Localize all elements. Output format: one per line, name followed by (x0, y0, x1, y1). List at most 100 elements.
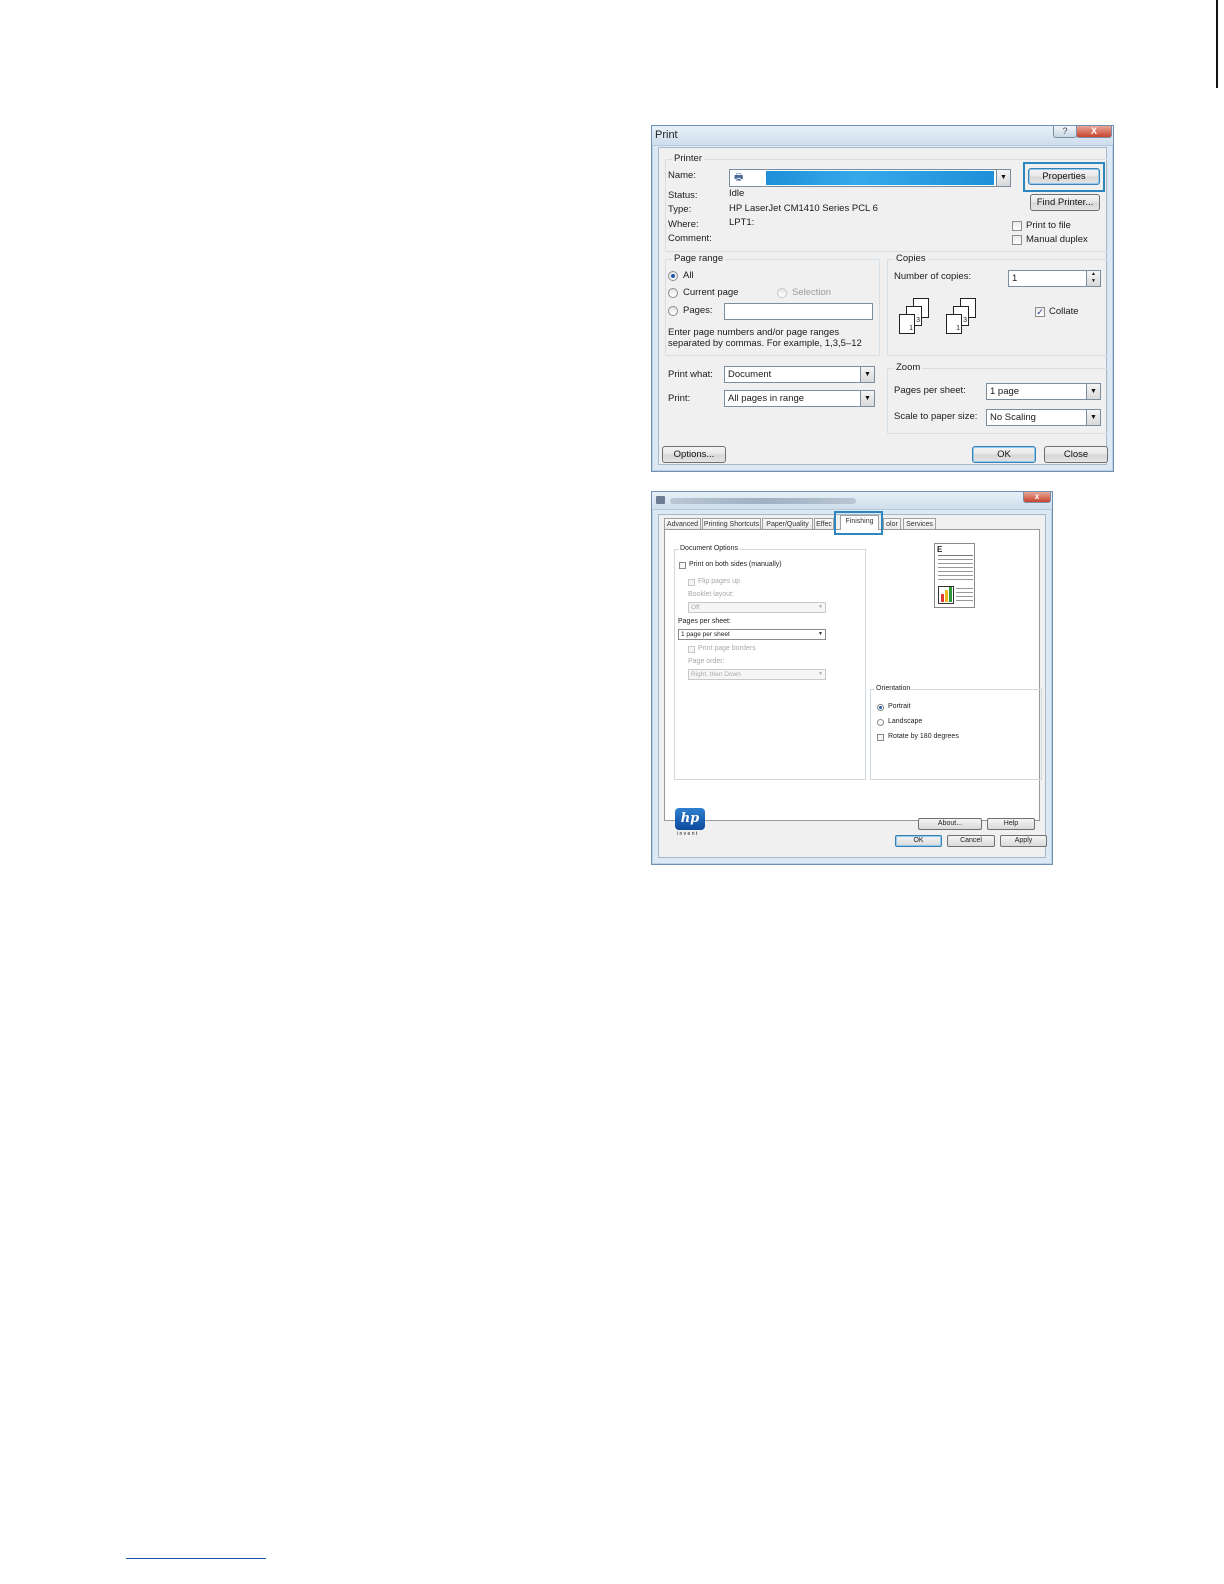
zoom-group-title: Zoom (894, 362, 923, 373)
properties-title-obscured (670, 498, 856, 504)
preview-line (956, 588, 973, 589)
close-button[interactable]: Close (1044, 446, 1108, 463)
ok-button[interactable]: OK (895, 835, 942, 847)
page-edge-rule (1216, 0, 1218, 88)
printer-properties-dialog: x Advanced Printing Shortcuts Paper/Qual… (651, 491, 1053, 865)
collate-page-icon: 1 (899, 323, 915, 334)
chevron-down-icon[interactable]: ▼ (1086, 410, 1100, 425)
finishing-tab-panel: Document Options Print on both sides (ma… (664, 529, 1042, 837)
type-value: HP LaserJet CM1410 Series PCL 6 (729, 203, 878, 214)
orientation-title: Orientation (875, 685, 912, 692)
chevron-down-icon[interactable]: ▼ (996, 170, 1010, 186)
print-what-label: Print what: (668, 369, 713, 380)
print-to-file-checkbox[interactable] (1012, 221, 1022, 231)
hp-logo-tagline: i n v e n t (677, 831, 698, 837)
where-label: Where: (668, 219, 699, 230)
chevron-down-icon[interactable]: ▼ (1086, 384, 1100, 399)
booklet-layout-label: Booklet layout: (688, 591, 734, 598)
options-button[interactable]: Options... (662, 446, 726, 463)
current-page-label: Current page (683, 287, 739, 298)
status-value: Idle (729, 188, 745, 199)
help-button[interactable]: Help (987, 818, 1035, 830)
flip-pages-up-label: Flip pages up (698, 578, 741, 585)
landscape-label: Landscape (888, 718, 923, 725)
pages-per-sheet-combo[interactable]: 1 page per sheet ▼ (678, 629, 826, 640)
preview-chart-bar (949, 587, 952, 602)
cancel-button[interactable]: Cancel (947, 835, 995, 847)
chevron-down-icon: ▼ (818, 631, 823, 637)
page-range-hint-line1: Enter page numbers and/or page ranges (668, 327, 840, 338)
comment-label: Comment: (668, 233, 712, 244)
collate-checkbox[interactable]: ✓ (1035, 307, 1045, 317)
portrait-radio[interactable] (877, 704, 884, 711)
print-what-combo[interactable]: Document ▼ (724, 366, 875, 383)
preview-line (956, 596, 973, 597)
pages-input[interactable] (724, 303, 873, 320)
properties-body: Advanced Printing Shortcuts Paper/Qualit… (658, 511, 1047, 858)
current-page-radio[interactable] (668, 288, 678, 298)
printer-icon: 🖶 (734, 172, 744, 183)
copies-value: 1 (1012, 273, 1018, 284)
preview-line (938, 579, 973, 580)
document-options-title: Document Options (679, 545, 739, 552)
page-range-all-radio[interactable] (668, 271, 678, 281)
preview-line (938, 575, 973, 576)
manual-duplex-label: Manual duplex (1026, 234, 1088, 245)
help-icon[interactable]: ? (1053, 126, 1077, 138)
selection-label: Selection (792, 287, 832, 298)
print-combo[interactable]: All pages in range ▼ (724, 390, 875, 407)
preview-line (938, 559, 973, 560)
rotate-180-label: Rotate by 180 degrees (888, 733, 959, 740)
page-range-hint-line2: separated by commas. For example, 1,3,5–… (668, 338, 862, 349)
flip-pages-up-checkbox[interactable] (688, 579, 695, 586)
booklet-layout-value: Off (691, 604, 700, 611)
printer-name-combo[interactable]: 🖶 ▼ (729, 169, 1011, 187)
pages-per-sheet-value: 1 page per sheet (681, 631, 730, 638)
print-label: Print: (668, 393, 691, 404)
selection-radio[interactable] (777, 288, 787, 298)
manual-duplex-checkbox[interactable] (1012, 235, 1022, 245)
about-button[interactable]: About... (918, 818, 982, 830)
pages-label: Pages: (683, 305, 713, 316)
print-what-value: Document (728, 369, 772, 380)
find-printer-button[interactable]: Find Printer... (1030, 194, 1100, 211)
pages-per-sheet-combo[interactable]: 1 page ▼ (986, 383, 1101, 400)
print-both-sides-checkbox[interactable] (679, 562, 686, 569)
properties-button[interactable]: Properties (1028, 168, 1100, 185)
landscape-radio[interactable] (877, 719, 884, 726)
hp-logo: hp (675, 808, 705, 830)
page-order-label: Page order: (688, 658, 725, 665)
apply-button[interactable]: Apply (1000, 835, 1047, 847)
ok-button[interactable]: OK (972, 446, 1036, 463)
footer-link-rule (126, 1558, 266, 1559)
print-dialog-body: Printer Name: 🖶 ▼ Properties Find Printe… (658, 147, 1108, 465)
print-page-borders-checkbox[interactable] (688, 646, 695, 653)
chevron-down-icon: ▼ (818, 604, 823, 610)
preview-letter: E (937, 545, 943, 554)
spinner-arrows-icon[interactable]: ▲ ▼ (1086, 271, 1100, 286)
pages-radio[interactable] (668, 306, 678, 316)
status-label: Status: (668, 190, 698, 201)
print-dialog-title: Print (655, 129, 678, 141)
chevron-down-icon[interactable]: ▼ (860, 367, 874, 382)
page-order-combo[interactable]: Right, then Down ▼ (688, 669, 826, 680)
booklet-layout-combo[interactable]: Off ▼ (688, 602, 826, 613)
scale-to-paper-combo[interactable]: No Scaling ▼ (986, 409, 1101, 426)
chevron-down-icon: ▼ (818, 671, 823, 677)
portrait-label: Portrait (888, 703, 911, 710)
printer-name-selection (766, 171, 994, 185)
chevron-down-icon[interactable]: ▼ (860, 391, 874, 406)
rotate-180-checkbox[interactable] (877, 734, 884, 741)
preview-line (956, 600, 973, 601)
scale-to-paper-value: No Scaling (990, 412, 1036, 423)
copies-spinner[interactable]: 1 ▲ ▼ (1008, 270, 1101, 287)
printer-name-label: Name: (668, 170, 696, 181)
number-of-copies-label: Number of copies: (894, 271, 972, 282)
preview-line (938, 563, 973, 564)
page-range-group-title: Page range (672, 253, 726, 264)
preview-line (938, 555, 973, 556)
print-both-sides-label: Print on both sides (manually) (689, 561, 782, 568)
close-icon[interactable]: X (1076, 126, 1112, 138)
type-label: Type: (668, 204, 692, 215)
close-icon[interactable]: x (1023, 492, 1051, 503)
